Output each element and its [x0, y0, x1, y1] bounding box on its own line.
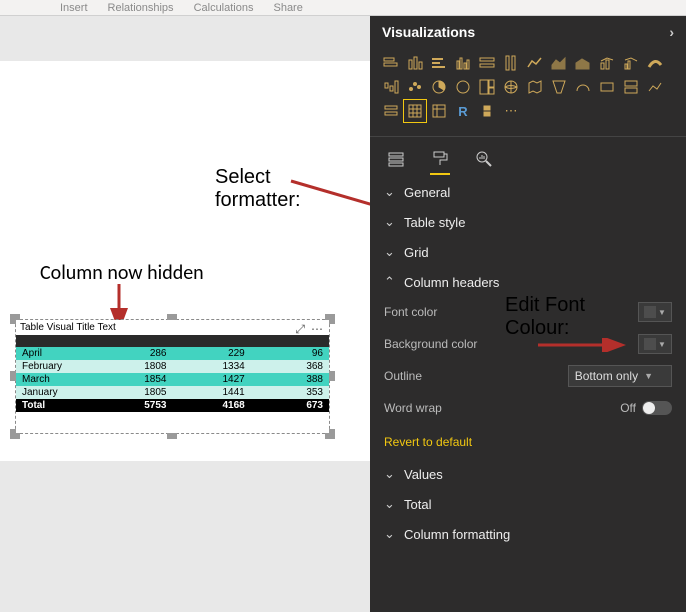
chevron-down-icon: ⌄ — [384, 244, 396, 260]
waterfall-chart-icon[interactable] — [380, 76, 402, 98]
revert-to-default-link[interactable]: Revert to default — [370, 425, 686, 459]
chevron-down-icon: ⌄ — [384, 466, 396, 482]
table-row: January18051441353 — [16, 386, 329, 399]
font-color-picker[interactable]: ▼ — [638, 302, 672, 322]
chevron-down-icon: ⌄ — [384, 496, 396, 512]
dropdown-caret-icon: ▼ — [644, 371, 653, 381]
collapse-pane-icon[interactable]: › — [669, 24, 674, 40]
background-color-picker[interactable]: ▼ — [638, 334, 672, 354]
visualization-type-gallery: R ⋯ — [370, 48, 686, 128]
ribbon-tab-share[interactable]: Share — [273, 2, 302, 14]
word-wrap-label: Word wrap — [384, 401, 442, 415]
format-tab-strip — [370, 136, 686, 171]
clustered-bar-chart-icon[interactable] — [428, 52, 450, 74]
section-total[interactable]: ⌄Total — [370, 489, 686, 519]
donut-chart-icon[interactable] — [452, 76, 474, 98]
visual-header-toolbar: ⤢ ⋯ — [295, 322, 323, 337]
chevron-down-icon: ⌄ — [384, 184, 396, 200]
table-total-row: Total 5753 4168 673 — [16, 399, 329, 412]
chevron-down-icon: ⌄ — [384, 214, 396, 230]
filled-map-icon[interactable] — [524, 76, 546, 98]
chevron-up-icon: ⌃ — [384, 274, 396, 290]
color-swatch-icon — [644, 338, 656, 350]
hundred-stacked-bar-icon[interactable] — [476, 52, 498, 74]
section-column-headers[interactable]: ⌃Column headers — [370, 267, 686, 297]
format-tab[interactable] — [428, 147, 452, 171]
visualizations-pane-header[interactable]: Visualizations › — [370, 16, 686, 48]
pie-chart-icon[interactable] — [428, 76, 450, 98]
dropdown-caret-icon: ▼ — [658, 308, 666, 317]
focus-mode-icon[interactable]: ⤢ — [295, 322, 305, 337]
map-icon[interactable] — [500, 76, 522, 98]
ribbon-tab-calculations[interactable]: Calculations — [194, 2, 254, 14]
visualizations-title: Visualizations — [382, 24, 475, 40]
line-clustered-column-icon[interactable] — [620, 52, 642, 74]
outline-dropdown[interactable]: Bottom only▼ — [568, 365, 672, 387]
analytics-tab[interactable] — [472, 147, 496, 171]
toggle-track-icon — [642, 401, 672, 415]
more-options-icon[interactable]: ⋯ — [311, 322, 323, 337]
table-header-row — [16, 335, 329, 347]
fields-tab-icon — [387, 150, 405, 168]
area-chart-icon[interactable] — [548, 52, 570, 74]
card-icon[interactable] — [596, 76, 618, 98]
report-canvas-area: Select formatter: Column now hidden ⤢ ⋯ — [0, 16, 370, 612]
visualizations-pane: Visualizations › — [370, 16, 686, 612]
ribbon-tab-relationships[interactable]: Relationships — [108, 2, 174, 14]
color-swatch-icon — [644, 306, 656, 318]
background-color-label: Background color — [384, 337, 477, 351]
ribbon-partial: Insert Relationships Calculations Share — [0, 0, 686, 16]
annotation-column-hidden: Column now hidden — [40, 261, 204, 285]
stacked-bar-chart-icon[interactable] — [380, 52, 402, 74]
table-row: February18081334368 — [16, 360, 329, 373]
font-color-label: Font color — [384, 305, 437, 319]
table-visual-title: Table Visual Title Text — [16, 320, 329, 335]
section-grid[interactable]: ⌄Grid — [370, 237, 686, 267]
magnifier-chart-icon — [475, 150, 493, 168]
gauge-icon[interactable] — [572, 76, 594, 98]
chevron-down-icon: ⌄ — [384, 526, 396, 542]
kpi-icon[interactable] — [644, 76, 666, 98]
matrix-icon[interactable] — [428, 100, 450, 122]
ribbon-chart-icon[interactable] — [644, 52, 666, 74]
python-visual-icon[interactable] — [476, 100, 498, 122]
table-visual-grid: April28622996February18081334368March185… — [16, 335, 329, 412]
format-sections: ⌄General ⌄Table style ⌄Grid ⌃Column head… — [370, 171, 686, 555]
row-outline: Outline Bottom only▼ — [370, 361, 686, 393]
table-visual-icon[interactable] — [404, 100, 426, 122]
outline-label: Outline — [384, 369, 422, 383]
section-values[interactable]: ⌄Values — [370, 459, 686, 489]
table-row: March18541427388 — [16, 373, 329, 386]
slicer-icon[interactable] — [380, 100, 402, 122]
funnel-chart-icon[interactable] — [548, 76, 570, 98]
section-general[interactable]: ⌄General — [370, 177, 686, 207]
multi-row-card-icon[interactable] — [620, 76, 642, 98]
table-visual-container[interactable]: ⤢ ⋯ Table Visual Title Text April2862299… — [10, 314, 335, 439]
line-stacked-column-icon[interactable] — [596, 52, 618, 74]
section-column-formatting[interactable]: ⌄Column formatting — [370, 519, 686, 549]
word-wrap-toggle[interactable]: Off — [620, 401, 672, 415]
clustered-column-chart-icon[interactable] — [452, 52, 474, 74]
r-visual-icon[interactable]: R — [452, 100, 474, 122]
fields-tab[interactable] — [384, 147, 408, 171]
line-chart-icon[interactable] — [524, 52, 546, 74]
ribbon-tab-insert[interactable]: Insert — [60, 2, 88, 14]
table-row: April28622996 — [16, 347, 329, 360]
stacked-area-chart-icon[interactable] — [572, 52, 594, 74]
paint-roller-icon — [431, 150, 449, 168]
dropdown-caret-icon: ▼ — [658, 340, 666, 349]
hundred-stacked-column-icon[interactable] — [500, 52, 522, 74]
treemap-icon[interactable] — [476, 76, 498, 98]
row-word-wrap: Word wrap Off — [370, 393, 686, 425]
scatter-chart-icon[interactable] — [404, 76, 426, 98]
annotation-edit-font-colour: Edit Font Colour: — [505, 294, 585, 340]
stacked-column-chart-icon[interactable] — [404, 52, 426, 74]
table-visual[interactable]: ⤢ ⋯ Table Visual Title Text April2862299… — [16, 320, 329, 433]
annotation-select-formatter: Select formatter: — [215, 166, 301, 212]
toggle-knob-icon — [643, 402, 655, 414]
section-table-style[interactable]: ⌄Table style — [370, 207, 686, 237]
import-custom-visual-icon[interactable]: ⋯ — [500, 100, 522, 122]
toggle-state-text: Off — [620, 401, 636, 415]
